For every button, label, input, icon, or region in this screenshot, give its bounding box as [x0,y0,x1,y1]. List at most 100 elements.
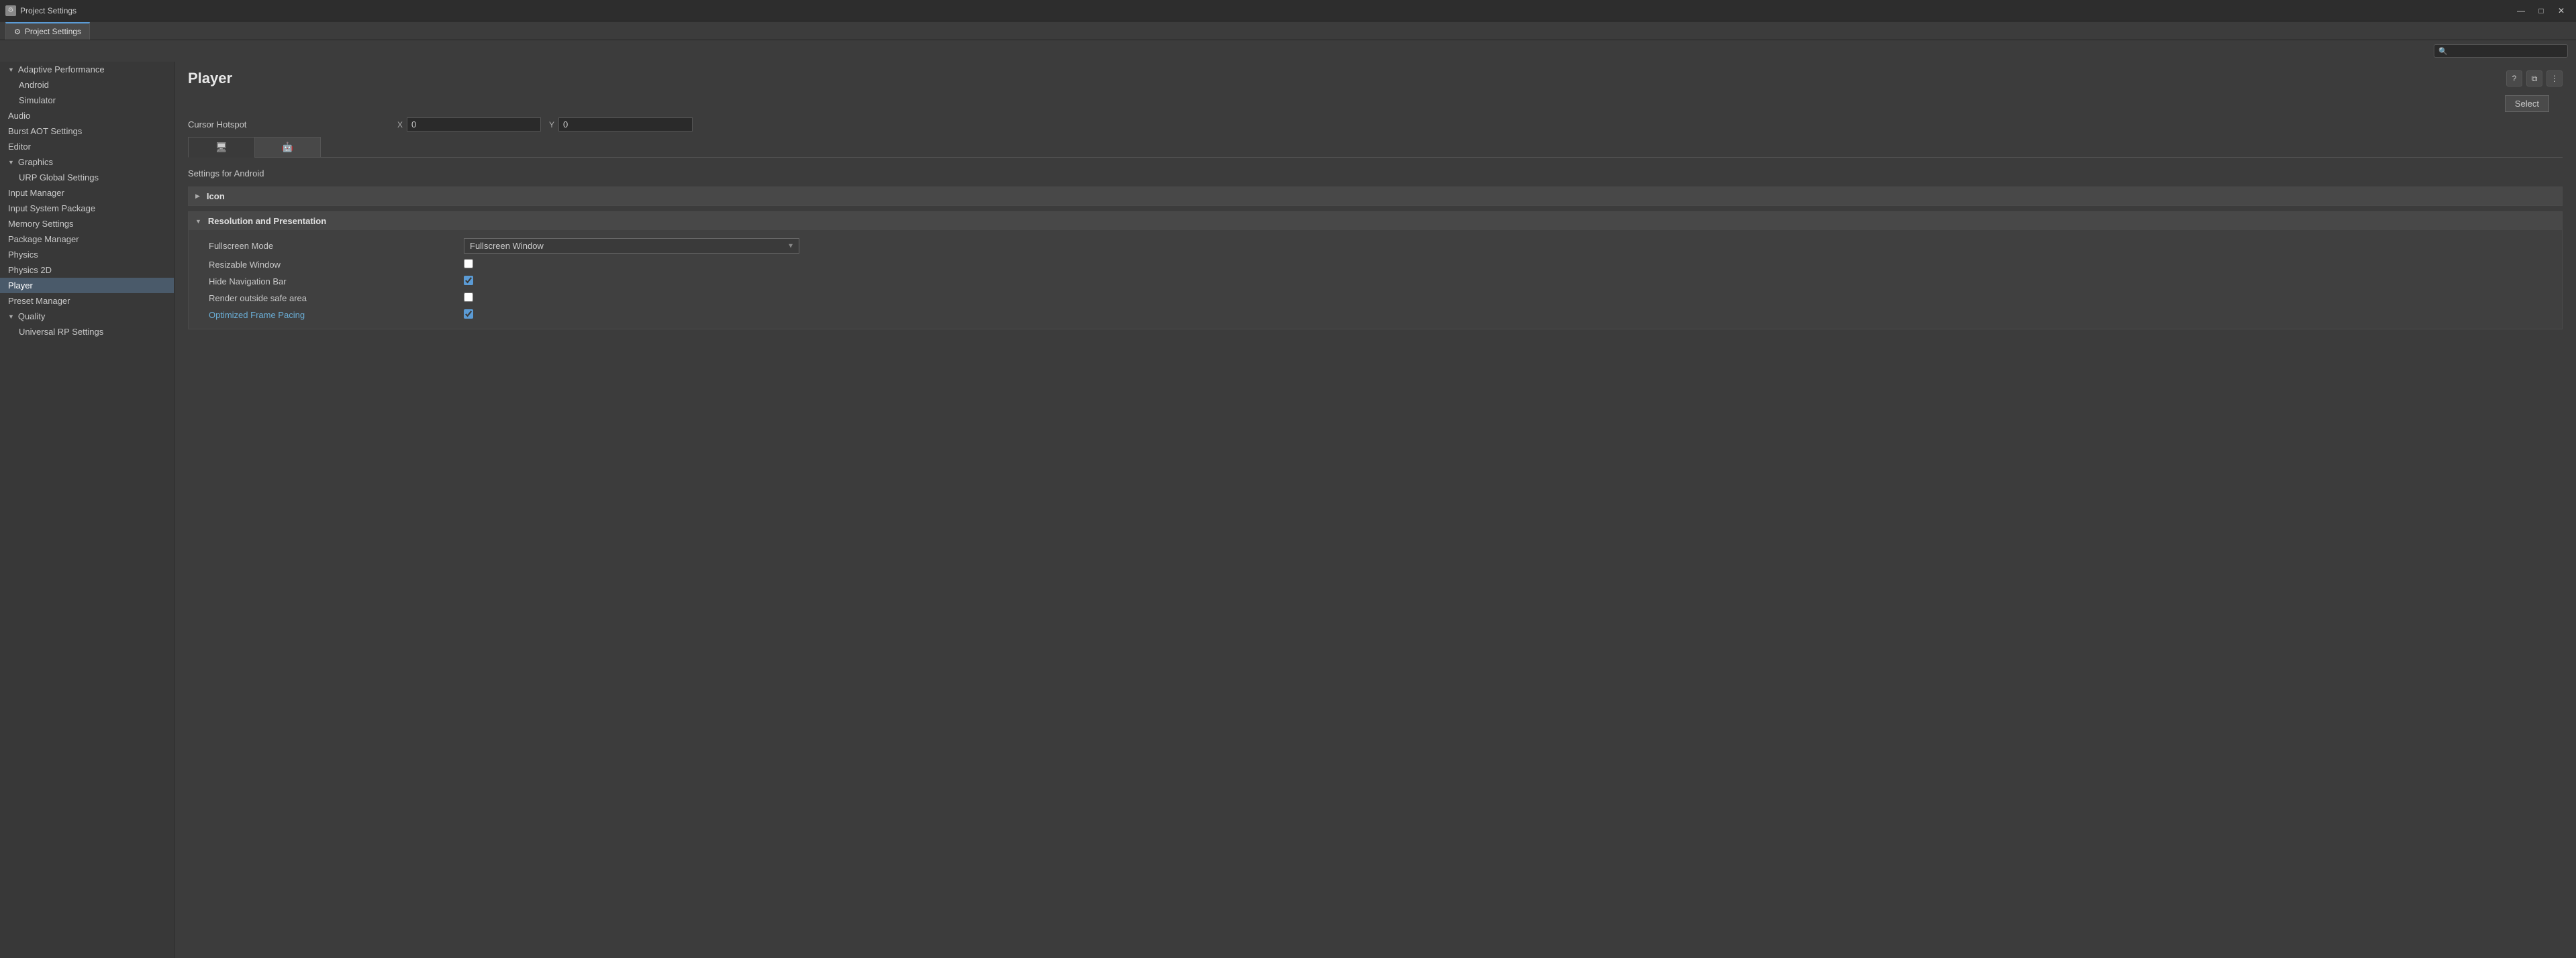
hide-nav-bar-row: Hide Navigation Bar [189,273,2562,290]
sidebar-item-label-burst-aot: Burst AOT Settings [8,126,82,136]
sidebar-item-label-preset-manager: Preset Manager [8,296,70,306]
sidebar-item-urp-global[interactable]: URP Global Settings [0,170,174,185]
y-coord-group: Y [549,117,693,131]
maximize-button[interactable]: □ [2532,3,2550,19]
sidebar-item-adaptive-performance[interactable]: ▼ Adaptive Performance [0,62,174,77]
hide-nav-bar-label: Hide Navigation Bar [209,276,464,286]
sidebar-item-label-adaptive-performance: Adaptive Performance [18,64,105,74]
tab-project-settings[interactable]: ⚙ Project Settings [5,22,90,40]
select-button[interactable]: Select [2505,95,2549,112]
sidebar-item-audio[interactable]: Audio [0,108,174,123]
sidebar-item-label-android: Android [19,80,49,90]
sidebar-item-label-graphics: Graphics [18,157,53,167]
sidebar-item-physics[interactable]: Physics [0,247,174,262]
hide-nav-bar-value [464,276,2551,287]
fullscreen-mode-dropdown-wrap: Fullscreen Window Exclusive Fullscreen M… [464,238,799,254]
icon-section-triangle: ▶ [195,193,200,200]
optimized-frame-pacing-label[interactable]: Optimized Frame Pacing [209,310,464,320]
more-button[interactable]: ⋮ [2546,70,2563,87]
sidebar-item-label-universal-rp: Universal RP Settings [19,327,103,337]
sidebar-item-universal-rp[interactable]: Universal RP Settings [0,324,174,339]
fullscreen-mode-label: Fullscreen Mode [209,241,464,251]
sidebar-item-label-physics-2d: Physics 2D [8,265,52,275]
x-label: X [397,120,403,129]
sidebar-item-label-audio: Audio [8,111,30,121]
optimized-frame-pacing-row: Optimized Frame Pacing [189,307,2562,323]
optimized-frame-pacing-checkbox[interactable] [464,309,473,319]
x-coord-group: X [397,117,541,131]
sidebar-item-editor[interactable]: Editor [0,139,174,154]
sidebar-item-label-editor: Editor [8,142,31,152]
resizable-window-value [464,259,2551,270]
sidebar-item-input-manager[interactable]: Input Manager [0,185,174,201]
sidebar-item-physics-2d[interactable]: Physics 2D [0,262,174,278]
tab-label: Project Settings [25,27,81,36]
content-area: Player ? ⧉ ⋮ Select Cursor Hotspot X Y [175,62,2576,958]
x-input[interactable] [407,117,541,131]
resolution-section-triangle: ▼ [195,218,201,225]
sidebar-item-quality[interactable]: ▼ Quality [0,309,174,324]
tab-bar: ⚙ Project Settings [0,21,2576,40]
resizable-window-checkbox[interactable] [464,259,473,268]
minimize-button[interactable]: — [2512,3,2530,19]
sidebar-item-android[interactable]: Android [0,77,174,93]
sidebar-item-graphics[interactable]: ▼ Graphics [0,154,174,170]
resizable-window-label: Resizable Window [209,260,464,270]
title-bar-controls: — □ ✕ [2512,3,2571,19]
render-safe-area-label: Render outside safe area [209,293,464,303]
adaptive-performance-triangle-icon: ▼ [8,66,14,73]
hide-nav-bar-checkbox[interactable] [464,276,473,285]
sidebar-item-package-manager[interactable]: Package Manager [0,231,174,247]
title-bar-left: ⚙ Project Settings [5,5,77,16]
sidebar-item-label-input-manager: Input Manager [8,188,64,198]
resizable-window-row: Resizable Window [189,256,2562,273]
help-button[interactable]: ? [2506,70,2522,87]
search-input-wrap: 🔍 [2434,44,2568,58]
cursor-hotspot-label: Cursor Hotspot [188,119,389,129]
y-input[interactable] [558,117,693,131]
sidebar-item-label-player: Player [8,280,33,290]
main-layout: ▼ Adaptive Performance Android Simulator Aud… [0,62,2576,958]
icon-section: ▶ Icon [188,187,2563,206]
sidebar-item-burst-aot[interactable]: Burst AOT Settings [0,123,174,139]
sidebar-item-input-system[interactable]: Input System Package [0,201,174,216]
fullscreen-mode-row: Fullscreen Mode Fullscreen Window Exclus… [189,235,2562,256]
sidebar-item-preset-manager[interactable]: Preset Manager [0,293,174,309]
search-input[interactable] [2450,46,2563,56]
sidebar-item-label-quality: Quality [18,311,45,321]
sidebar-item-simulator[interactable]: Simulator [0,93,174,108]
render-safe-area-checkbox[interactable] [464,292,473,302]
sidebar-item-memory-settings[interactable]: Memory Settings [0,216,174,231]
desktop-icon: 🖥 [215,142,228,153]
graphics-triangle-icon: ▼ [8,159,14,166]
select-row: Select [175,93,2576,112]
quality-triangle-icon: ▼ [8,313,14,320]
tab-android[interactable]: 🤖 [254,137,321,157]
sliders-button[interactable]: ⧉ [2526,70,2542,87]
tab-desktop[interactable]: 🖥 [188,137,254,158]
content-header: Player ? ⧉ ⋮ [175,62,2576,93]
render-safe-area-row: Render outside safe area [189,290,2562,307]
sidebar-item-label-urp-global: URP Global Settings [19,172,99,182]
sidebar-item-player[interactable]: Player [0,278,174,293]
close-button[interactable]: ✕ [2552,3,2571,19]
y-label: Y [549,120,554,129]
sidebar-item-label-simulator: Simulator [19,95,56,105]
android-icon: 🤖 [282,142,293,153]
optimized-frame-pacing-value [464,309,2551,321]
resolution-section-body: Fullscreen Mode Fullscreen Window Exclus… [189,230,2562,329]
icon-section-header[interactable]: ▶ Icon [189,187,2562,205]
resolution-section-header[interactable]: ▼ Resolution and Presentation [189,212,2562,230]
page-title: Player [188,70,232,87]
search-icon: 🔍 [2438,47,2448,56]
sidebar-item-label-package-manager: Package Manager [8,234,79,244]
sidebar-item-label-input-system: Input System Package [8,203,95,213]
header-actions: ? ⧉ ⋮ [2506,70,2563,87]
settings-for-android-label: Settings for Android [175,163,2576,184]
sidebar-item-label-physics: Physics [8,250,38,260]
sidebar-item-label-memory-settings: Memory Settings [8,219,74,229]
fullscreen-mode-value: Fullscreen Window Exclusive Fullscreen M… [464,238,2551,254]
tab-gear-icon: ⚙ [14,28,21,36]
fullscreen-mode-select[interactable]: Fullscreen Window Exclusive Fullscreen M… [464,238,799,254]
cursor-hotspot-row: Cursor Hotspot X Y [175,112,2576,137]
